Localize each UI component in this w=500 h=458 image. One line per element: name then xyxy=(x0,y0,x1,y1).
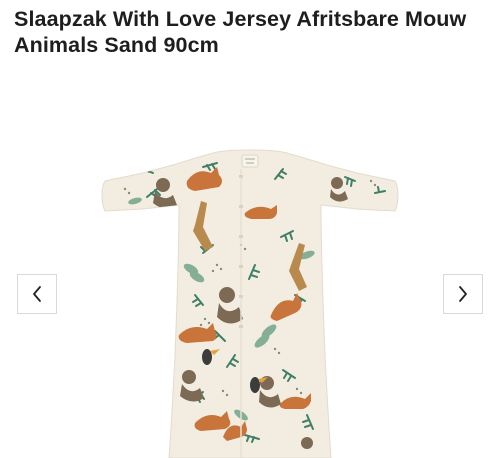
chevron-right-icon xyxy=(457,285,469,303)
product-page: Slaapzak With Love Jersey Afritsbare Mou… xyxy=(0,0,500,458)
brand-label xyxy=(241,154,259,168)
product-title: Slaapzak With Love Jersey Afritsbare Mou… xyxy=(14,7,467,57)
gallery-next-button[interactable] xyxy=(443,274,483,314)
chevron-left-icon xyxy=(31,285,43,303)
gallery-prev-button[interactable] xyxy=(17,274,57,314)
sleeping-bag-image[interactable] xyxy=(95,145,405,458)
product-gallery xyxy=(0,70,500,458)
